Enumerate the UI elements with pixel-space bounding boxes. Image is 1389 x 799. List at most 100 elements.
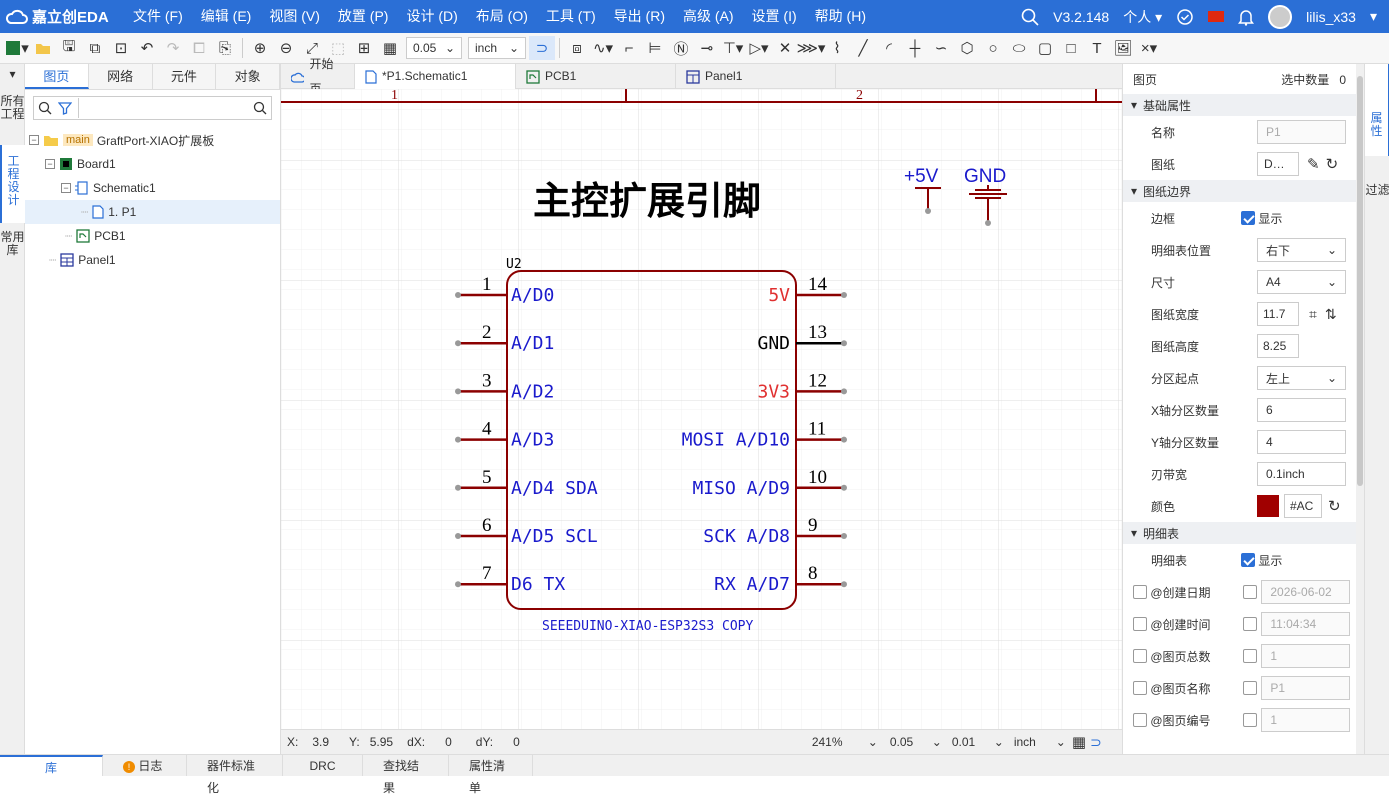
vtab-properties[interactable]: 属性 <box>1365 64 1389 156</box>
schematic-drawing[interactable]: 1 2 主控扩展引脚 +5V GND U2 SEEEDUINO-XIAO-ESP… <box>281 89 1122 729</box>
sheet-select[interactable]: D… <box>1257 152 1299 176</box>
collapse-icon[interactable]: − <box>29 135 39 145</box>
save-as-icon[interactable]: ⊡ <box>108 36 134 60</box>
username[interactable]: lilis_x33 <box>1306 9 1356 25</box>
tree-node-pcb[interactable]: ┈ PCB1 <box>25 224 280 248</box>
color-swatch[interactable] <box>1257 495 1279 517</box>
height-input[interactable]: 8.25 <box>1257 334 1299 358</box>
diff-pair-icon[interactable]: ⋙▾ <box>797 36 826 60</box>
status-unit-select[interactable]: inch ⌄ <box>1014 735 1066 749</box>
width-input[interactable]: 11.7 <box>1257 302 1299 326</box>
lock-ratio-icon[interactable]: ⌗ <box>1309 306 1317 323</box>
rounded-rect-icon[interactable]: ▢ <box>1032 36 1058 60</box>
section-basic[interactable]: ▾ 基础属性 <box>1123 94 1356 116</box>
table-position-select[interactable]: 右下 ⌄ <box>1257 238 1346 262</box>
menu-settings[interactable]: 设置 (I) <box>743 0 806 33</box>
schematic-canvas[interactable]: 1 2 主控扩展引脚 +5V GND U2 SEEEDUINO-XIAO-ESP… <box>281 89 1122 729</box>
field-checkbox[interactable] <box>1133 585 1147 599</box>
bottom-tab-library[interactable]: 库 <box>0 755 103 776</box>
probe-icon[interactable]: ⌇ <box>824 36 850 60</box>
net-port-icon[interactable]: ⊸ <box>694 36 720 60</box>
tree-node-board[interactable]: − Board1 <box>25 152 280 176</box>
new-project-icon[interactable]: ▾ <box>4 36 30 60</box>
properties-scrollbar[interactable] <box>1356 64 1364 754</box>
menu-view[interactable]: 视图 (V) <box>260 0 329 33</box>
zoom-select[interactable]: 241% ⌄ <box>812 735 878 749</box>
collapse-icon[interactable]: − <box>61 183 71 193</box>
menu-design[interactable]: 设计 (D) <box>397 0 466 33</box>
ellipse-icon[interactable]: ⬭ <box>1006 36 1032 60</box>
grid-icon[interactable]: ▦ <box>377 36 403 60</box>
net-flag-icon[interactable]: ▷▾ <box>746 36 772 60</box>
field-show-checkbox[interactable] <box>1243 713 1258 727</box>
snap-toggle-icon[interactable]: ⊃ <box>1090 734 1102 751</box>
tab-pages[interactable]: 图页 <box>25 64 89 89</box>
component-icon[interactable]: ⧈ <box>564 36 590 60</box>
color-hex-input[interactable]: #AC <box>1284 494 1322 518</box>
doc-tab-start[interactable]: 开始页 <box>281 57 355 96</box>
grid-size-select[interactable]: 0.05 ⌄ <box>406 37 462 59</box>
save-all-icon[interactable]: ⧉ <box>82 36 108 60</box>
vtab-project-design[interactable]: 工程设计 <box>0 145 25 223</box>
app-logo[interactable]: 嘉立创EDA <box>6 6 124 27</box>
detail-show-checkbox[interactable] <box>1241 553 1255 567</box>
bottom-tab-drc[interactable]: DRC <box>283 755 363 776</box>
copy-icon[interactable]: ⧠ <box>186 36 212 60</box>
personal-dropdown[interactable]: 个人 ▾ <box>1123 7 1162 27</box>
zoom-out-icon[interactable]: ⊖ <box>273 36 299 60</box>
polygon-icon[interactable]: ⬡ <box>954 36 980 60</box>
field-show-checkbox[interactable] <box>1243 681 1258 695</box>
pencil-icon[interactable]: ✎ <box>1307 155 1320 173</box>
arc-icon[interactable]: ◜ <box>876 36 902 60</box>
snap-icon[interactable]: ⊃ <box>529 36 555 60</box>
doc-tab-panel[interactable]: Panel1 <box>676 64 836 89</box>
schematic-title[interactable]: 主控扩展引脚 <box>533 179 761 223</box>
junction-icon[interactable]: ┼ <box>902 36 928 60</box>
circle-icon[interactable]: ○ <box>980 36 1006 60</box>
doc-tab-pcb[interactable]: PCB1 <box>516 64 676 89</box>
bezier-icon[interactable]: ∽ <box>928 36 954 60</box>
field-checkbox[interactable] <box>1133 681 1147 695</box>
field-checkbox[interactable] <box>1133 713 1147 727</box>
status-snap-select[interactable]: 0.01 ⌄ <box>952 735 1004 749</box>
field-show-checkbox[interactable] <box>1243 649 1258 663</box>
bottom-tab-find-results[interactable]: 查找结果 <box>363 755 449 795</box>
menu-edit[interactable]: 编辑 (E) <box>192 0 261 33</box>
swap-dimensions-icon[interactable]: ⇅ <box>1325 306 1337 323</box>
avatar[interactable] <box>1268 4 1293 29</box>
bottom-tab-log[interactable]: ! 日志 <box>103 755 187 776</box>
zoom-area-icon[interactable]: ⊞ <box>351 36 377 60</box>
cloud-check-icon[interactable] <box>1176 8 1194 26</box>
menu-place[interactable]: 放置 (P) <box>329 0 398 33</box>
image-icon[interactable]: 🖼 <box>1110 36 1136 60</box>
redo-icon[interactable]: ↷ <box>160 36 186 60</box>
vcc-icon[interactable]: ⊤▾ <box>720 36 746 60</box>
menu-advanced[interactable]: 高级 (A) <box>674 0 743 33</box>
tab-nets[interactable]: 网络 <box>89 64 153 89</box>
more-icon[interactable]: ×▾ <box>1136 36 1162 60</box>
save-icon[interactable]: 🖫 <box>56 36 82 60</box>
bottom-tab-standardize[interactable]: 器件标准化 <box>187 755 283 795</box>
field-checkbox[interactable] <box>1133 649 1147 663</box>
zoom-in-icon[interactable]: ⊕ <box>247 36 273 60</box>
paste-icon[interactable]: ⎘ <box>212 36 238 60</box>
line-icon[interactable]: ╱ <box>850 36 876 60</box>
filter-icon[interactable] <box>58 101 72 115</box>
unit-select[interactable]: inch ⌄ <box>468 37 526 59</box>
refresh-icon[interactable]: ↻ <box>1328 497 1341 515</box>
bus-entry-icon[interactable]: ⊨ <box>642 36 668 60</box>
refresh-icon[interactable]: ↻ <box>1326 155 1339 173</box>
menu-tools[interactable]: 工具 (T) <box>537 0 605 33</box>
field-show-checkbox[interactable] <box>1243 585 1258 599</box>
tab-objects[interactable]: 对象 <box>216 64 280 89</box>
section-border[interactable]: ▾ 图纸边界 <box>1123 180 1356 202</box>
pin-icon[interactable]: ▾ <box>0 64 25 85</box>
vtab-all-projects[interactable]: 所有工程 <box>0 85 25 145</box>
net-label-icon[interactable]: Ⓝ <box>668 36 694 60</box>
field-show-checkbox[interactable] <box>1243 617 1258 631</box>
search-input[interactable] <box>78 98 247 118</box>
name-input[interactable]: P1 <box>1257 120 1346 144</box>
menu-export[interactable]: 导出 (R) <box>605 0 674 33</box>
search-icon[interactable] <box>1021 8 1039 26</box>
bottom-tab-property-list[interactable]: 属性清单 <box>449 755 533 795</box>
